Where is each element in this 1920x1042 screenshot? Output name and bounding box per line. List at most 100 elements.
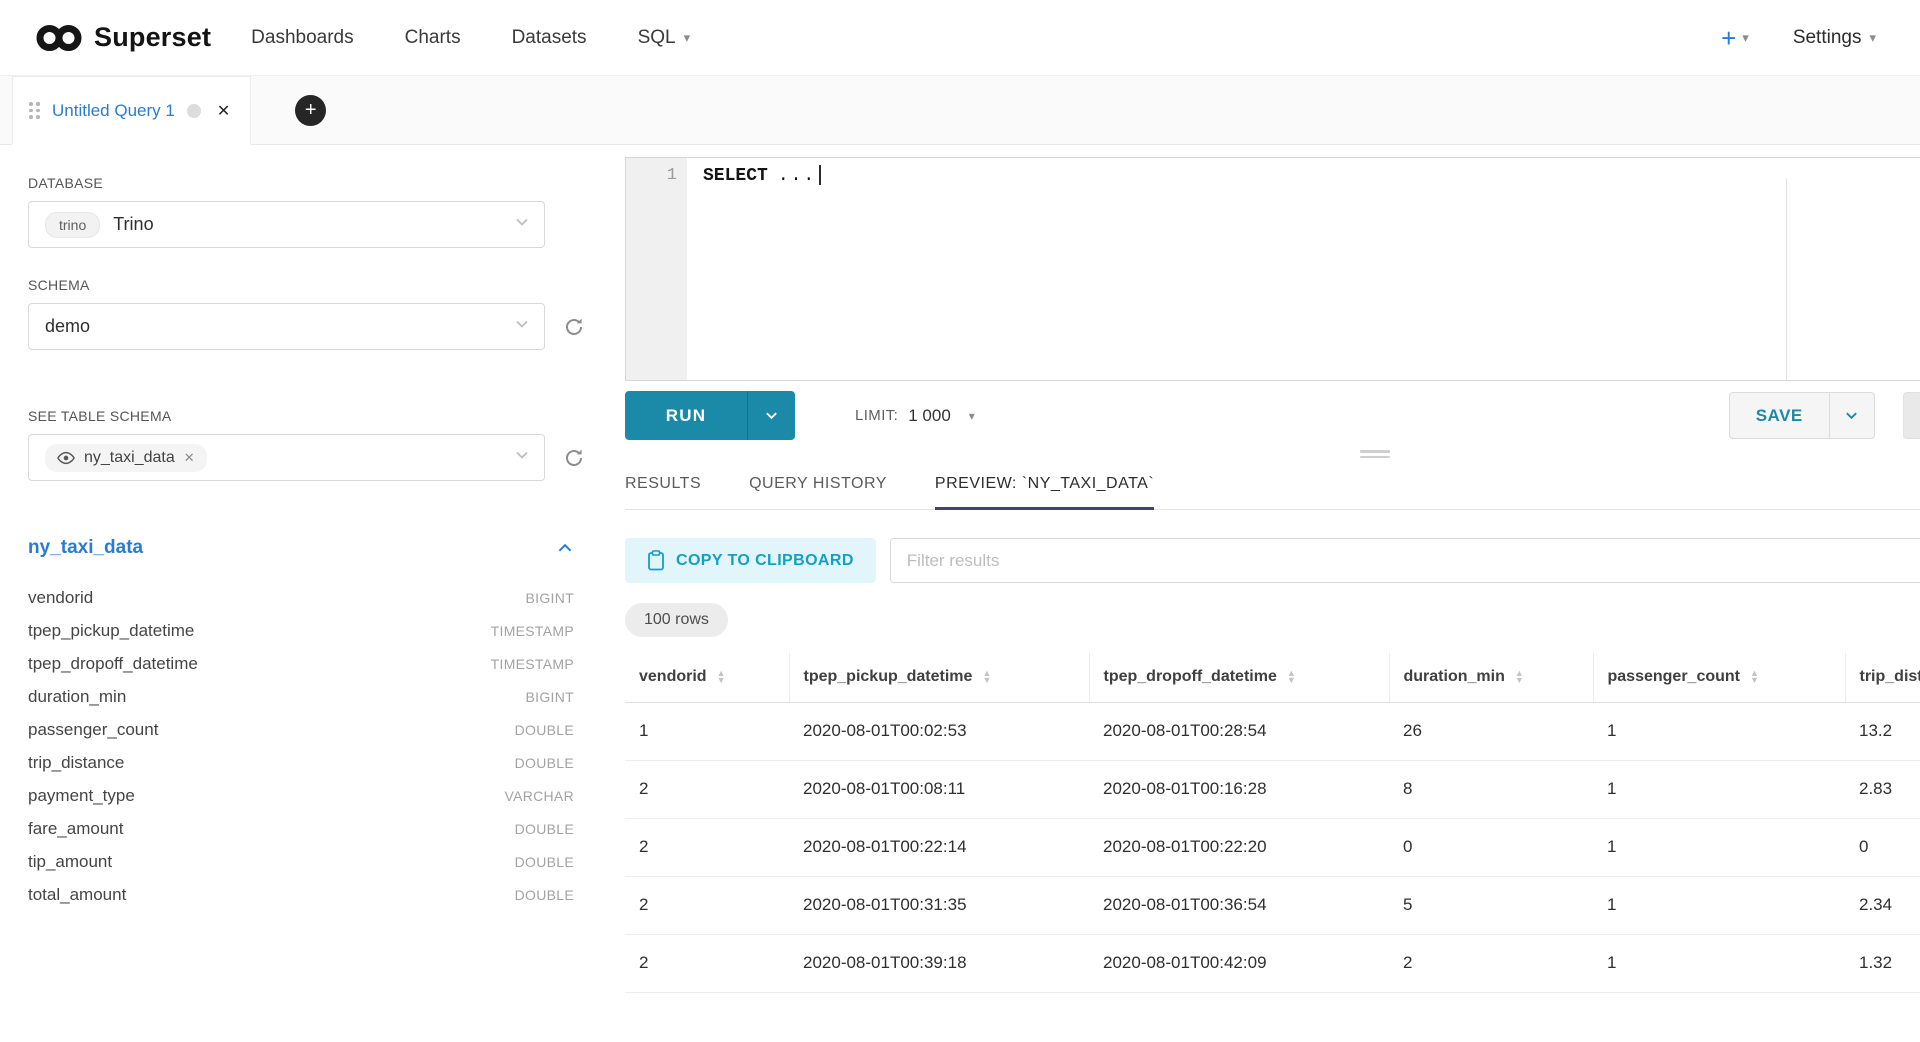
results-tab-bar: RESULTS QUERY HISTORY PREVIEW: `NY_TAXI_… (625, 462, 1920, 510)
column-name: tpep_pickup_datetime (28, 621, 194, 641)
new-item-menu-button[interactable]: + ▾ (1721, 25, 1749, 51)
column-name: trip_distance (28, 753, 124, 773)
table-cell: 2020-08-01T00:39:18 (789, 934, 1089, 992)
schema-select[interactable]: demo (28, 303, 545, 350)
schema-column-row: tpep_pickup_datetime TIMESTAMP (28, 614, 574, 647)
sort-icon[interactable]: ▲▼ (1515, 670, 1524, 684)
save-button[interactable]: SAVE (1729, 392, 1829, 439)
table-value: ny_taxi_data (84, 449, 175, 467)
add-tab-button[interactable]: + (295, 95, 326, 126)
column-header-trip-distance[interactable]: trip_distance ▲▼ (1845, 653, 1920, 702)
table-cell: 2 (625, 818, 789, 876)
plus-icon: + (305, 99, 317, 121)
schema-column-row: trip_distance DOUBLE (28, 746, 574, 779)
pane-resize-handle[interactable] (1360, 450, 1390, 458)
nav-item-datasets[interactable]: Datasets▾ (512, 27, 587, 49)
brand-name: Superset (94, 22, 211, 53)
sort-icon[interactable]: ▲▼ (982, 670, 991, 684)
table-cell: 2.34 (1845, 876, 1920, 934)
schema-column-row: tpep_dropoff_datetime TIMESTAMP (28, 647, 574, 680)
table-cell: 1 (625, 702, 789, 760)
column-type: VARCHAR (504, 788, 574, 804)
run-button[interactable]: RUN (625, 391, 747, 440)
column-name: payment_type (28, 786, 135, 806)
nav-item-charts[interactable]: Charts▾ (405, 27, 461, 49)
copy-link-button[interactable]: COPY LINK (1903, 392, 1920, 439)
database-select[interactable]: trino Trino (28, 201, 545, 248)
schema-column-row: payment_type VARCHAR (28, 779, 574, 812)
column-name: total_amount (28, 885, 126, 905)
plus-icon: + (1721, 25, 1736, 51)
collapse-panel-button[interactable] (556, 539, 574, 557)
results-tab-results[interactable]: RESULTS (625, 462, 701, 510)
column-header-passenger-count[interactable]: passenger_count ▲▼ (1593, 653, 1845, 702)
column-header-duration-min[interactable]: duration_min ▲▼ (1389, 653, 1593, 702)
table-cell: 0 (1389, 818, 1593, 876)
table-cell: 2020-08-01T00:36:54 (1089, 876, 1389, 934)
drag-handle-icon[interactable] (29, 102, 40, 119)
results-controls: COPY TO CLIPBOARD (625, 538, 1920, 583)
refresh-schemas-button[interactable] (563, 316, 585, 338)
schema-column-row: vendorid BIGINT (28, 581, 574, 614)
sql-keyword: SELECT (703, 166, 768, 186)
sort-icon[interactable]: ▲▼ (717, 670, 726, 684)
column-type: DOUBLE (515, 755, 574, 771)
results-tab-query-history[interactable]: QUERY HISTORY (749, 462, 887, 510)
table-select[interactable]: ny_taxi_data ✕ (28, 434, 545, 481)
main-content: DATABASE trino Trino SCHEMA demo (0, 145, 1920, 1042)
tab-title: Untitled Query 1 (52, 101, 175, 121)
table-row[interactable]: 22020-08-01T00:08:112020-08-01T00:16:288… (625, 760, 1920, 818)
close-tab-icon[interactable]: ✕ (217, 101, 230, 121)
sort-icon[interactable]: ▲▼ (1287, 670, 1296, 684)
filter-results-input[interactable] (890, 538, 1920, 583)
schema-column-row: duration_min BIGINT (28, 680, 574, 713)
column-header-vendorid[interactable]: vendorid ▲▼ (625, 653, 789, 702)
schema-column-row: total_amount DOUBLE (28, 878, 574, 911)
table-row[interactable]: 12020-08-01T00:02:532020-08-01T00:28:542… (625, 702, 1920, 760)
nav-item-dashboards[interactable]: Dashboards▾ (251, 27, 353, 49)
caret-down-icon: ▾ (969, 409, 975, 423)
schema-column-row: tip_amount DOUBLE (28, 845, 574, 878)
schema-column-row: passenger_count DOUBLE (28, 713, 574, 746)
selected-table-tag: ny_taxi_data ✕ (45, 444, 207, 472)
chevron-down-icon (514, 316, 530, 337)
column-header-tpep-pickup-datetime[interactable]: tpep_pickup_datetime ▲▼ (789, 653, 1089, 702)
sql-editor[interactable]: 1 SELECT... (625, 157, 1920, 381)
refresh-icon (563, 316, 585, 338)
tab-untitled-query-1[interactable]: Untitled Query 1 ✕ (12, 76, 251, 145)
table-cell: 0 (1845, 818, 1920, 876)
table-cell: 2 (625, 876, 789, 934)
text-cursor (819, 165, 821, 185)
results-tab-preview-ny-taxi-data[interactable]: PREVIEW: `NY_TAXI_DATA` (935, 462, 1154, 510)
results-table: vendorid ▲▼ tpep_pickup_datetime ▲▼ tpep… (625, 653, 1920, 1042)
schema-column-row: fare_amount DOUBLE (28, 812, 574, 845)
table-row[interactable]: 22020-08-01T00:31:352020-08-01T00:36:545… (625, 876, 1920, 934)
copy-to-clipboard-button[interactable]: COPY TO CLIPBOARD (625, 538, 876, 583)
table-cell: 2.83 (1845, 760, 1920, 818)
settings-menu-button[interactable]: Settings ▾ (1793, 27, 1876, 49)
superset-logo[interactable]: Superset (36, 22, 211, 54)
database-value: Trino (113, 214, 153, 235)
sort-icon[interactable]: ▲▼ (1750, 670, 1759, 684)
refresh-tables-button[interactable] (563, 447, 585, 469)
save-options-caret[interactable] (1829, 392, 1875, 439)
table-name-link[interactable]: ny_taxi_data (28, 537, 143, 559)
run-options-caret[interactable] (747, 391, 795, 440)
sqllab-sidebar: DATABASE trino Trino SCHEMA demo (0, 145, 625, 1042)
column-type: DOUBLE (515, 854, 574, 870)
table-cell: 2 (625, 760, 789, 818)
table-row[interactable]: 22020-08-01T00:39:182020-08-01T00:42:092… (625, 934, 1920, 992)
eye-icon (57, 451, 75, 465)
table-cell: 2020-08-01T00:02:53 (789, 702, 1089, 760)
sql-code[interactable]: SELECT... (687, 158, 821, 380)
limit-control[interactable]: LIMIT: 1 000 ▾ (855, 406, 975, 426)
column-name: vendorid (28, 588, 93, 608)
table-row[interactable]: 22020-08-01T00:22:142020-08-01T00:22:200… (625, 818, 1920, 876)
editor-split-line[interactable] (1786, 178, 1787, 380)
column-type: TIMESTAMP (491, 656, 574, 672)
clipboard-icon (647, 550, 665, 571)
table-cell: 2020-08-01T00:08:11 (789, 760, 1089, 818)
remove-table-icon[interactable]: ✕ (184, 450, 195, 466)
column-header-tpep-dropoff-datetime[interactable]: tpep_dropoff_datetime ▲▼ (1089, 653, 1389, 702)
nav-item-sql[interactable]: SQL▾ (638, 27, 691, 49)
